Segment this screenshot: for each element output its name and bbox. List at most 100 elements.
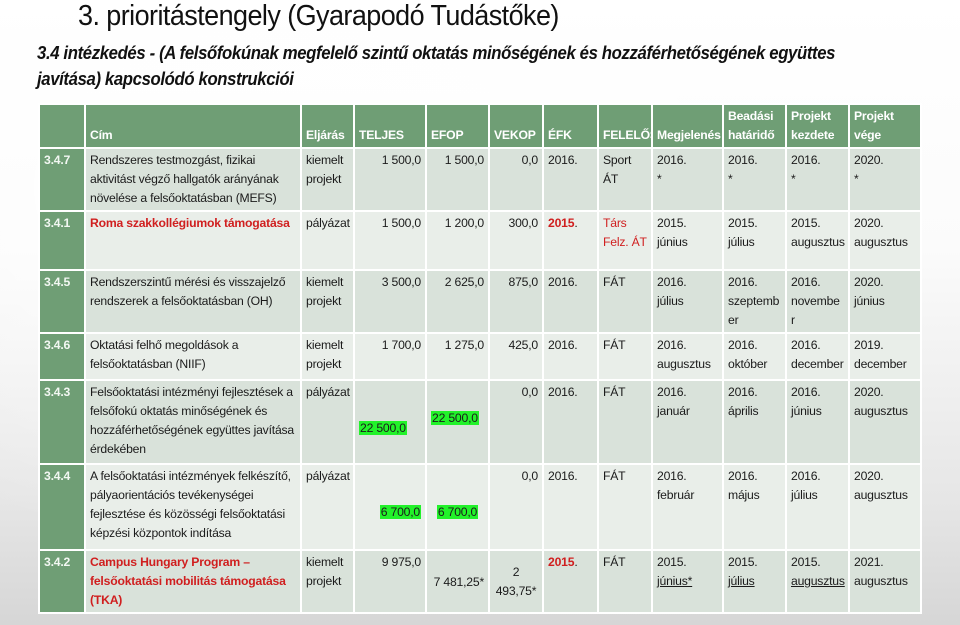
highlighted-value: 6 700,0 [379, 505, 421, 519]
row-vege: 2020. augusztus [848, 210, 922, 271]
row-teljes: 9 975,0 [353, 549, 427, 614]
row-efk: 2016. [542, 379, 599, 465]
highlighted-value: 6 700,0 [436, 505, 479, 519]
header-efk: ÉFK [542, 103, 599, 149]
row-efop: 1 200,0 [425, 210, 490, 271]
row-efk: 2016. [542, 463, 599, 551]
row-vege: 2019. december [848, 332, 922, 381]
row-efk: 2015. [542, 549, 599, 614]
row-id: 3.4.2 [38, 549, 86, 614]
table-row: 3.4.4 A felsőoktatási intézmények felkés… [38, 463, 922, 551]
row-efk: 2015. [542, 210, 599, 271]
row-vege: 2020. augusztus [848, 379, 922, 465]
row-teljes: 1 500,0 [353, 210, 427, 271]
table-row: 3.4.1 Roma szakkollégiumok támogatása pá… [38, 210, 922, 271]
row-eljaras: kiemelt projekt [300, 269, 355, 334]
row-beadasi: 2016. május [722, 463, 787, 551]
row-vekop: 0,0 [488, 147, 544, 212]
row-efop: 1 500,0 [425, 147, 490, 212]
row-eljaras: pályázat [300, 463, 355, 551]
header-cim: Cím [84, 103, 302, 149]
row-vege: 2020. * [848, 147, 922, 212]
page-title: 3. prioritástengely (Gyarapodó Tudástőke… [78, 0, 559, 32]
row-teljes: 1 500,0 [353, 147, 427, 212]
table-row: 3.4.7 Rendszeres testmozgást, fizikai ak… [38, 147, 922, 212]
row-vekop: 875,0 [488, 269, 544, 334]
row-kezdete: 2016. július [785, 463, 850, 551]
header-felelos: FELELŐS [597, 103, 653, 149]
row-vege: 2021. augusztus [848, 549, 922, 614]
row-efop: 6 700,0 [425, 463, 490, 551]
row-kezdete: 2016. * [785, 147, 850, 212]
row-efk: 2016. [542, 332, 599, 381]
row-efop: 1 275,0 [425, 332, 490, 381]
row-cim: Rendszeres testmozgást, fizikai aktivitá… [84, 147, 302, 212]
row-vege: 2020. június [848, 269, 922, 334]
row-megjelenes: 2015. június* [651, 549, 724, 614]
row-beadasi: 2015. július [722, 549, 787, 614]
row-vekop: 2 493,75* [488, 549, 544, 614]
row-beadasi: 2015. július [722, 210, 787, 271]
row-felelos: FÁT [597, 269, 653, 334]
row-kezdete: 2015. augusztus [785, 210, 850, 271]
row-felelos: Társ Felz. ÁT [597, 210, 653, 271]
row-id: 3.4.1 [38, 210, 86, 271]
highlighted-value: 22 500,0 [431, 411, 479, 425]
row-beadasi: 2016. * [722, 147, 787, 212]
row-beadasi: 2016. április [722, 379, 787, 465]
row-eljaras: pályázat [300, 210, 355, 271]
row-efk: 2016. [542, 269, 599, 334]
row-teljes: 3 500,0 [353, 269, 427, 334]
row-felelos: FÁT [597, 332, 653, 381]
row-eljaras: kiemelt projekt [300, 147, 355, 212]
row-megjelenes: 2016. február [651, 463, 724, 551]
row-kezdete: 2016. június [785, 379, 850, 465]
header-kezdete: Projekt kezdete [785, 103, 850, 149]
header-megjelenes: Megjelenés [651, 103, 724, 149]
row-id: 3.4.6 [38, 332, 86, 381]
row-efop: 22 500,0 [425, 379, 490, 465]
header-vege: Projekt vége [848, 103, 922, 149]
row-id: 3.4.4 [38, 463, 86, 551]
table-row: 3.4.3 Felsőoktatási intézményi fejleszté… [38, 379, 922, 465]
row-teljes: 1 700,0 [353, 332, 427, 381]
row-vekop: 0,0 [488, 463, 544, 551]
row-id: 3.4.7 [38, 147, 86, 212]
row-cim: Roma szakkollégiumok támogatása [84, 210, 302, 271]
row-vekop: 0,0 [488, 379, 544, 465]
header-efop: EFOP [425, 103, 490, 149]
row-cim: A felsőoktatási intézmények felkészítő, … [84, 463, 302, 551]
header-beadasi: Beadási határidő [722, 103, 787, 149]
header-vekop: VEKOP [488, 103, 544, 149]
row-megjelenes: 2016. július [651, 269, 724, 334]
row-eljaras: kiemelt projekt [300, 332, 355, 381]
row-vekop: 300,0 [488, 210, 544, 271]
header-id [38, 103, 86, 149]
table-row: 3.4.2 Campus Hungary Program – felsőokta… [38, 549, 922, 614]
row-id: 3.4.5 [38, 269, 86, 334]
row-felelos: FÁT [597, 549, 653, 614]
row-megjelenes: 2016. * [651, 147, 724, 212]
header-teljes: TELJES [353, 103, 427, 149]
row-vekop: 425,0 [488, 332, 544, 381]
row-eljaras: kiemelt projekt [300, 549, 355, 614]
row-cim: Campus Hungary Program – felsőoktatási m… [84, 549, 302, 614]
highlighted-value: 22 500,0 [359, 421, 407, 435]
row-kezdete: 2015. augusztus [785, 549, 850, 614]
row-cim: Rendszerszintű mérési és visszajelző ren… [84, 269, 302, 334]
row-felelos: FÁT [597, 379, 653, 465]
row-id: 3.4.3 [38, 379, 86, 465]
table-row: 3.4.6 Oktatási felhő megoldások a felsőo… [38, 332, 922, 381]
row-kezdete: 2016. december [785, 332, 850, 381]
row-teljes: 22 500,0 [353, 379, 427, 465]
header-eljaras: Eljárás [300, 103, 355, 149]
table-row: 3.4.5 Rendszerszintű mérési és visszajel… [38, 269, 922, 334]
row-cim: Oktatási felhő megoldások a felsőoktatás… [84, 332, 302, 381]
row-teljes: 6 700,0 [353, 463, 427, 551]
row-vege: 2020. augusztus [848, 463, 922, 551]
row-felelos: FÁT [597, 463, 653, 551]
row-beadasi: 2016. október [722, 332, 787, 381]
row-megjelenes: 2016. január [651, 379, 724, 465]
constructions-table: Cím Eljárás TELJES EFOP VEKOP ÉFK FELELŐ… [38, 103, 922, 614]
row-megjelenes: 2015. június [651, 210, 724, 271]
